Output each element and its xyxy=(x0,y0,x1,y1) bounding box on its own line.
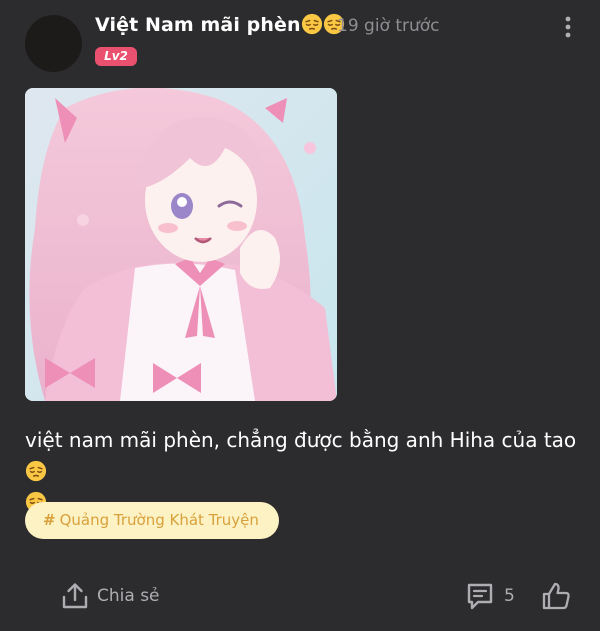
author-name[interactable]: Việt Nam mãi phèn xyxy=(95,14,301,36)
post-timestamp: 19 giờ trước xyxy=(337,16,440,36)
thumbs-up-icon[interactable] xyxy=(540,580,572,612)
avatar[interactable] xyxy=(25,15,82,72)
share-label: Chia sẻ xyxy=(97,586,160,606)
more-vertical-icon[interactable] xyxy=(555,14,581,40)
relieved-face-emoji-icon xyxy=(301,13,323,35)
topic-tag-chip[interactable]: # Quảng Trường Khát Truyện xyxy=(25,502,279,539)
comment-count: 5 xyxy=(504,586,515,606)
post-content-text: việt nam mãi phèn, chẳng được bằng anh H… xyxy=(25,428,577,452)
hashtag-icon: # xyxy=(43,511,56,529)
relieved-face-emoji-icon xyxy=(25,460,47,482)
share-button[interactable]: Chia sẻ xyxy=(60,580,160,612)
comment-button[interactable]: 5 xyxy=(466,580,515,612)
topic-tag-label: Quảng Trường Khát Truyện xyxy=(59,511,259,529)
author-name-row[interactable]: Việt Nam mãi phèn xyxy=(95,13,345,36)
comment-icon xyxy=(467,583,493,610)
anime-girl-illustration xyxy=(25,88,337,401)
share-upload-icon xyxy=(62,583,88,609)
level-badge: Lv2 xyxy=(95,47,137,66)
post-image[interactable] xyxy=(25,88,337,401)
